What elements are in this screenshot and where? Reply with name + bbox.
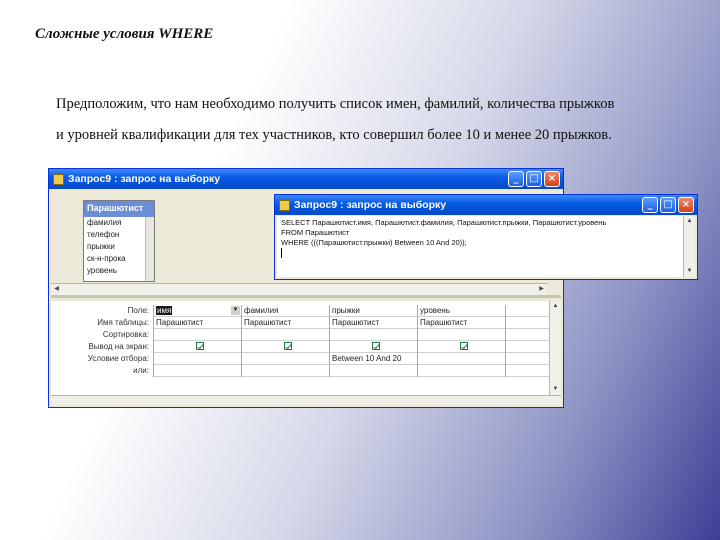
grid-cell-or[interactable] <box>418 365 505 377</box>
main-window-titlebar[interactable]: Запрос9 : запрос на выборку _ □ × <box>49 169 563 189</box>
grid-column: имя ▼ Парашютист <box>153 305 241 377</box>
grid-cell-criteria[interactable]: Between 10 And 20 <box>330 353 417 365</box>
grid-cell-or[interactable] <box>242 365 329 377</box>
chevron-down-icon[interactable]: ▼ <box>231 306 240 315</box>
query-icon <box>279 199 290 211</box>
grid-row-label: Поле: <box>127 306 149 315</box>
grid-cell-show[interactable] <box>330 341 417 353</box>
maximize-button[interactable]: □ <box>526 171 542 187</box>
sql-line: WHERE (((Парашютист.прыжки) Between 10 A… <box>281 238 467 247</box>
sql-text-area[interactable]: SELECT Парашютист.имя, Парашютист.фамили… <box>277 216 695 277</box>
arrow-down-icon[interactable]: ▼ <box>685 267 694 276</box>
grid-cell-table[interactable]: Парашютист <box>242 317 329 329</box>
grid-cell-field[interactable]: прыжки <box>330 305 417 317</box>
grid-column-empty[interactable] <box>505 305 549 377</box>
checkbox-checked-icon[interactable] <box>196 342 204 350</box>
grid-cell-empty[interactable] <box>506 329 549 341</box>
grid-cell-field[interactable]: фамилия <box>242 305 329 317</box>
minimize-button[interactable]: _ <box>642 197 658 213</box>
text-cursor <box>281 248 282 258</box>
grid-cell-empty[interactable] <box>506 341 549 353</box>
arrow-up-icon[interactable]: ▲ <box>685 217 694 226</box>
grid-cell-sort[interactable] <box>154 329 241 341</box>
grid-column: фамилия Парашютист <box>241 305 329 377</box>
grid-cell-sort[interactable] <box>242 329 329 341</box>
grid-cell-field[interactable]: имя ▼ <box>154 305 241 317</box>
grid-cell-empty[interactable] <box>506 365 549 377</box>
field-list-item[interactable]: телефон <box>84 229 154 241</box>
grid-cell-show[interactable] <box>154 341 241 353</box>
arrow-right-icon[interactable]: ▶ <box>537 285 546 294</box>
grid-cell-table[interactable]: Парашютист <box>418 317 505 329</box>
grid-cell-show[interactable] <box>418 341 505 353</box>
checkbox-checked-icon[interactable] <box>460 342 468 350</box>
sql-window-title: Запрос9 : запрос на выборку <box>294 199 447 211</box>
grid-cell-field[interactable]: уровень <box>418 305 505 317</box>
arrow-up-icon[interactable]: ▲ <box>551 302 560 311</box>
grid-hscrollbar[interactable] <box>51 395 561 405</box>
grid-row-label: Имя таблицы: <box>97 318 149 327</box>
field-list-item[interactable]: прыжки <box>84 241 154 253</box>
checkbox-checked-icon[interactable] <box>372 342 380 350</box>
grid-row-label: Вывод на экран: <box>88 342 149 351</box>
body-text-line-1: Предположим, что нам необходимо получить… <box>56 96 615 112</box>
grid-vscrollbar[interactable]: ▲ ▼ <box>549 301 561 395</box>
grid-columns: имя ▼ Парашютист фамилия Парашютист прыж… <box>153 305 549 395</box>
field-list-item[interactable]: ск-н-прока <box>84 253 154 265</box>
field-list-title[interactable]: Парашютист <box>84 201 154 217</box>
main-window-title: Запрос9 : запрос на выборку <box>68 173 221 185</box>
grid-row-label: Условие отбора: <box>87 354 149 363</box>
grid-cell-criteria[interactable] <box>418 353 505 365</box>
grid-cell-or[interactable] <box>330 365 417 377</box>
field-list-item[interactable]: фамилия <box>84 217 154 229</box>
sql-line: FROM Парашютист <box>281 228 350 237</box>
close-button[interactable]: × <box>678 197 694 213</box>
slide-title: Сложные условия WHERE <box>35 26 214 42</box>
grid-cell-show[interactable] <box>242 341 329 353</box>
field-list-item[interactable]: уровень <box>84 265 154 277</box>
sql-view-window: Запрос9 : запрос на выборку _ □ × SELECT… <box>274 194 698 280</box>
field-list-box[interactable]: Парашютист фамилия телефон прыжки ск-н-п… <box>83 200 155 282</box>
grid-cell-sort[interactable] <box>418 329 505 341</box>
table-pane-hscrollbar[interactable]: ◀ ▶ <box>51 283 547 295</box>
grid-cell-empty[interactable] <box>506 305 549 317</box>
query-icon <box>53 173 64 185</box>
arrow-down-icon[interactable]: ▼ <box>551 385 560 394</box>
grid-row-labels: Поле: Имя таблицы: Сортировка: Вывод на … <box>51 305 151 377</box>
minimize-button[interactable]: _ <box>508 171 524 187</box>
close-button[interactable]: × <box>544 171 560 187</box>
grid-row-label: или: <box>133 366 149 375</box>
arrow-left-icon[interactable]: ◀ <box>52 285 61 294</box>
grid-column: уровень Парашютист <box>417 305 505 377</box>
grid-column: прыжки Парашютист Between 10 And 20 <box>329 305 417 377</box>
checkbox-checked-icon[interactable] <box>284 342 292 350</box>
body-text-line-2: и уровней квалификации для тех участнико… <box>56 127 612 143</box>
grid-cell-empty[interactable] <box>506 353 549 365</box>
grid-cell-table[interactable]: Парашютист <box>330 317 417 329</box>
qbe-grid: Поле: Имя таблицы: Сортировка: Вывод на … <box>51 301 561 405</box>
sql-vscrollbar[interactable]: ▲ ▼ <box>683 216 695 277</box>
field-list-scrollbar[interactable] <box>145 217 154 281</box>
grid-cell-sort[interactable] <box>330 329 417 341</box>
grid-cell-criteria[interactable] <box>242 353 329 365</box>
grid-cell-table[interactable]: Парашютист <box>154 317 241 329</box>
grid-cell-empty[interactable] <box>506 317 549 329</box>
grid-cell-criteria[interactable] <box>154 353 241 365</box>
sql-window-titlebar[interactable]: Запрос9 : запрос на выборку _ □ × <box>275 195 697 215</box>
grid-row-label: Сортировка: <box>102 330 149 339</box>
grid-cell-or[interactable] <box>154 365 241 377</box>
maximize-button[interactable]: □ <box>660 197 676 213</box>
sql-line: SELECT Парашютист.имя, Парашютист.фамили… <box>281 218 607 227</box>
